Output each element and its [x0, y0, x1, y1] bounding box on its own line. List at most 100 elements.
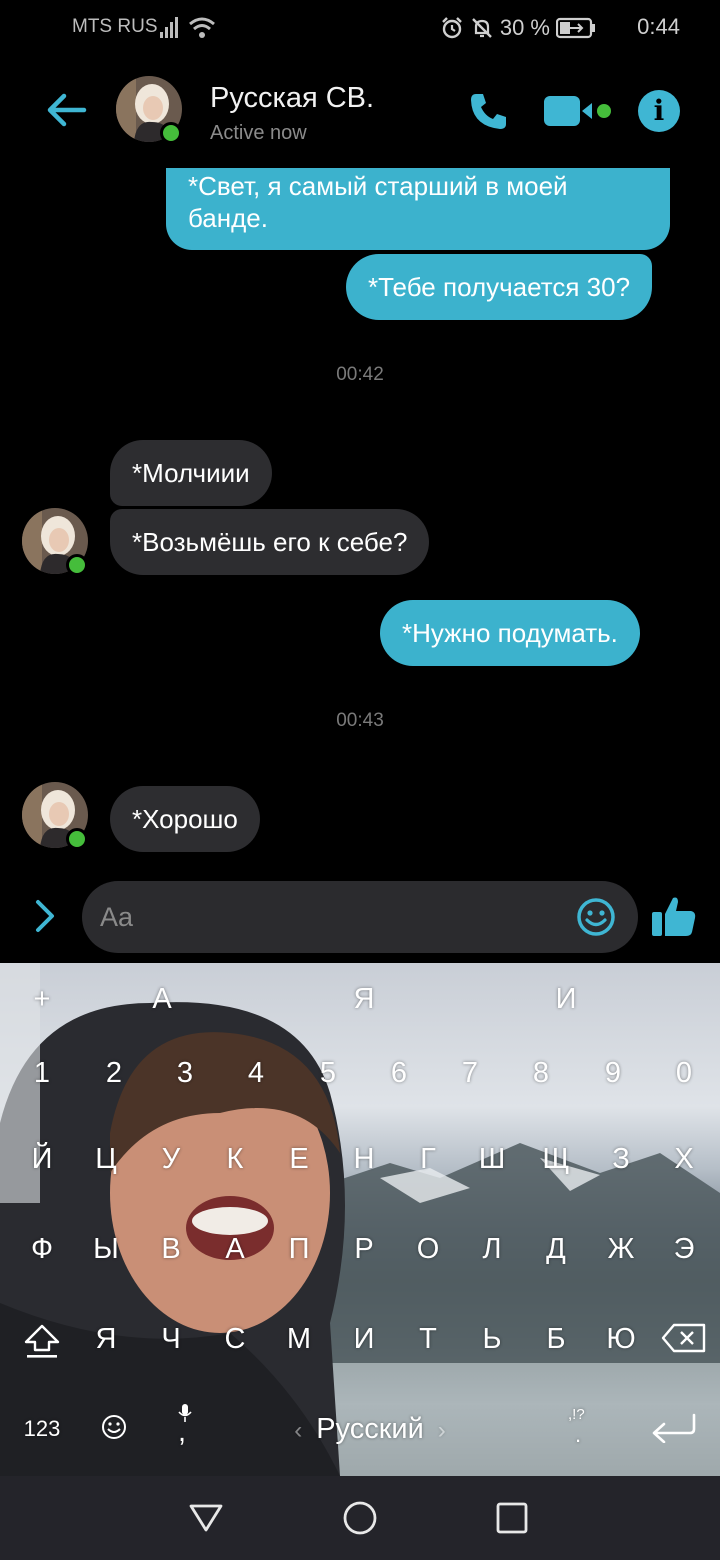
key-letter[interactable]: Б [524, 1309, 588, 1369]
info-icon[interactable]: i [638, 90, 680, 132]
space-language-label: Русский [316, 1413, 424, 1445]
key-3[interactable]: 3 [153, 1043, 217, 1103]
key-letter[interactable]: Е [267, 1129, 331, 1189]
key-letter[interactable]: Н [332, 1129, 396, 1189]
message-text: *Возьмёшь его к себе? [132, 527, 408, 557]
key-letter[interactable]: Ю [589, 1309, 653, 1369]
key-letter[interactable]: Ь [460, 1309, 524, 1369]
lang-next-chevron: › [437, 1417, 446, 1444]
thumbs-up-icon[interactable] [650, 892, 698, 940]
number-row: 1 2 3 4 5 6 7 8 9 0 [0, 1043, 720, 1103]
key-2[interactable]: 2 [82, 1043, 146, 1103]
suggestion-word[interactable]: Я [332, 969, 396, 1029]
key-letter[interactable]: Ы [74, 1219, 138, 1279]
contact-name[interactable]: Русская СВ. [210, 82, 374, 115]
key-letter[interactable]: Э [652, 1219, 716, 1279]
bottom-row: 123 , ‹ Русский › ,!? . [0, 1399, 720, 1459]
mute-notifications-icon [471, 18, 492, 38]
key-letter[interactable]: А [203, 1219, 267, 1279]
key-letter[interactable]: Г [396, 1129, 460, 1189]
online-indicator [160, 122, 182, 144]
key-letter[interactable]: З [589, 1129, 653, 1189]
key-8[interactable]: 8 [509, 1043, 573, 1103]
suggestion-word[interactable]: А [130, 969, 194, 1029]
shift-icon [24, 1324, 60, 1358]
online-indicator [66, 554, 88, 576]
nav-home-circle-icon[interactable] [342, 1500, 378, 1536]
key-letter[interactable]: К [203, 1129, 267, 1189]
alarm-icon [441, 17, 462, 39]
carrier-label: MTS RUS [72, 16, 158, 37]
message-text: *Тебе получается 30? [368, 272, 631, 302]
message-bubble-incoming[interactable]: *Молчиии [110, 440, 272, 506]
clock: 0:44 [637, 14, 680, 39]
message-text: *Свет, я самый старший в моей банде. [188, 171, 568, 233]
key-add-word[interactable]: + [10, 969, 74, 1029]
key-letter[interactable]: Ш [460, 1129, 524, 1189]
key-letter[interactable]: Р [332, 1219, 396, 1279]
key-7[interactable]: 7 [438, 1043, 502, 1103]
key-letter[interactable]: У [139, 1129, 203, 1189]
message-input[interactable] [100, 895, 570, 939]
key-letter[interactable]: Д [524, 1219, 588, 1279]
emoji-key[interactable] [82, 1399, 146, 1459]
key-letter[interactable]: И [332, 1309, 396, 1369]
key-letter[interactable]: С [203, 1309, 267, 1369]
key-letter[interactable]: Х [652, 1129, 716, 1189]
expand-actions-icon[interactable] [30, 896, 60, 936]
key-0[interactable]: 0 [652, 1043, 716, 1103]
key-letter[interactable]: Ч [139, 1309, 203, 1369]
nav-recents-square-icon[interactable] [494, 1500, 530, 1536]
comma-voice-key[interactable]: , [152, 1399, 216, 1459]
message-bubble-outgoing[interactable]: *Свет, я самый старший в моей банде. [166, 166, 670, 250]
suggestion-row: + А Я И [0, 969, 720, 1029]
key-letter[interactable]: О [396, 1219, 460, 1279]
presence-status: Active now [210, 122, 307, 144]
key-letter[interactable]: В [139, 1219, 203, 1279]
key-letter[interactable]: Ц [74, 1129, 138, 1189]
comma-label: , [178, 1416, 187, 1448]
battery-percent: 30 % [499, 15, 550, 40]
key-letter[interactable]: М [267, 1309, 331, 1369]
suggestion-word[interactable]: И [534, 969, 598, 1029]
video-call-icon[interactable] [544, 94, 614, 128]
key-1[interactable]: 1 [10, 1043, 74, 1103]
key-letter[interactable]: Щ [524, 1129, 588, 1189]
key-letter[interactable]: Л [460, 1219, 524, 1279]
phone-call-icon[interactable] [468, 90, 510, 132]
key-letter[interactable]: Я [74, 1309, 138, 1369]
space-key[interactable]: ‹ Русский › [250, 1399, 490, 1459]
key-letter[interactable]: Ф [10, 1219, 74, 1279]
symbols-key[interactable]: 123 [10, 1399, 74, 1459]
online-indicator [66, 828, 88, 850]
message-bubble-outgoing[interactable]: *Нужно подумать. [380, 600, 640, 666]
key-letter[interactable]: Й [10, 1129, 74, 1189]
timestamp-separator: 00:43 [336, 710, 384, 731]
punctuation-key[interactable]: ,!? . [546, 1399, 610, 1459]
back-arrow-icon[interactable] [44, 88, 88, 132]
enter-icon [652, 1413, 696, 1444]
status-bar: MTS RUS 30 % 0:44 [0, 0, 720, 56]
key-9[interactable]: 9 [581, 1043, 645, 1103]
message-text: *Нужно подумать. [402, 618, 618, 648]
message-bubble-incoming[interactable]: *Возьмёшь его к себе? [110, 509, 430, 575]
key-letter[interactable]: П [267, 1219, 331, 1279]
key-5[interactable]: 5 [296, 1043, 360, 1103]
nav-back-triangle-icon[interactable] [188, 1500, 224, 1536]
key-6[interactable]: 6 [367, 1043, 431, 1103]
emoji-icon[interactable] [576, 897, 616, 937]
keyboard: + А Я И 1 2 3 4 5 6 7 8 9 0 Й Ц У К Е Н … [0, 963, 720, 1476]
key-letter[interactable]: Ж [589, 1219, 653, 1279]
letter-row-2: Ф Ы В А П Р О Л Д Ж Э [0, 1219, 720, 1279]
backspace-icon [661, 1323, 706, 1353]
emoji-smiley-icon [102, 1415, 126, 1439]
message-text: *Молчиии [132, 458, 250, 488]
key-4[interactable]: 4 [224, 1043, 288, 1103]
enter-key[interactable] [634, 1399, 714, 1459]
lang-prev-chevron: ‹ [294, 1417, 303, 1444]
key-letter[interactable]: Т [396, 1309, 460, 1369]
backspace-key[interactable] [652, 1309, 716, 1369]
message-bubble-outgoing[interactable]: *Тебе получается 30? [346, 254, 653, 320]
message-bubble-incoming[interactable]: *Хорошо [110, 786, 260, 852]
shift-key[interactable] [10, 1309, 74, 1369]
